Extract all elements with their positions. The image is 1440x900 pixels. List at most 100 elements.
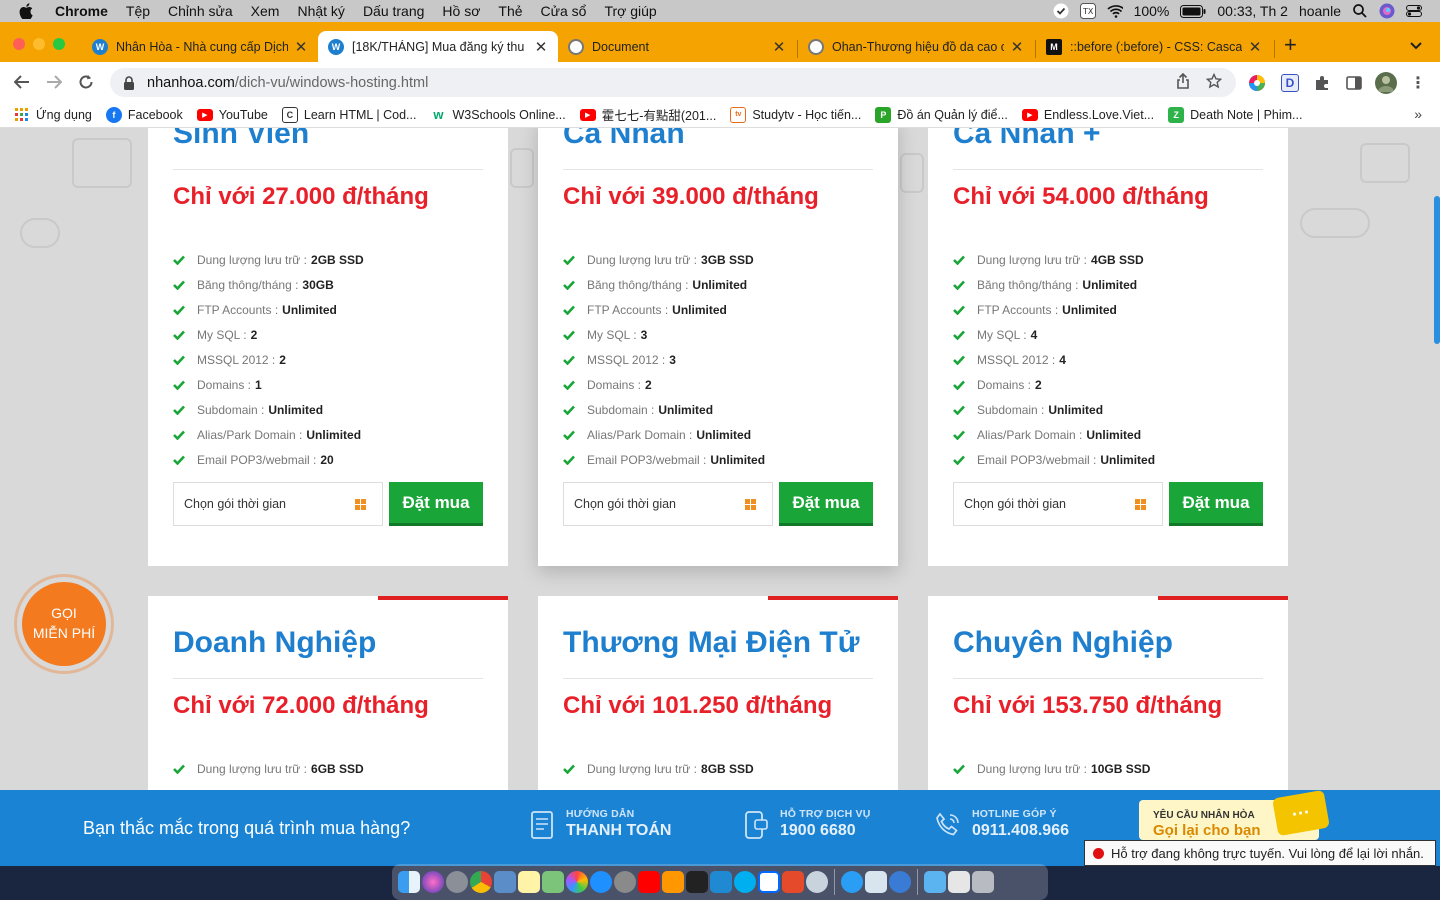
safari-icon[interactable]	[841, 871, 863, 893]
system-preferences-icon[interactable]	[614, 871, 636, 893]
profile-avatar[interactable]	[1375, 72, 1397, 94]
lock-icon[interactable]	[123, 75, 137, 90]
tab-nhanhoa-home[interactable]: W Nhân Hòa - Nhà cung cấp Dịch ✕	[82, 31, 318, 62]
office-icon[interactable]	[782, 871, 804, 893]
menu-file[interactable]: Tệp	[126, 3, 150, 19]
period-select[interactable]: Chọn gói thời gian	[173, 482, 383, 526]
menu-history[interactable]: Nhật ký	[297, 3, 344, 19]
tab-close-icon[interactable]: ✕	[294, 38, 308, 56]
terminal-icon[interactable]	[686, 871, 708, 893]
bookmark-apps[interactable]: Ứng dụng	[14, 107, 92, 123]
battery-icon[interactable]	[1180, 3, 1206, 19]
network-icon[interactable]	[889, 871, 911, 893]
zoom-window-icon[interactable]	[53, 38, 65, 50]
minimize-window-icon[interactable]	[33, 38, 45, 50]
tab-ohan[interactable]: Ohan-Thương hiệu đồ da cao c ✕	[798, 31, 1034, 62]
checkmark-status-icon[interactable]	[1053, 3, 1069, 19]
preview-icon[interactable]	[494, 871, 516, 893]
menu-help[interactable]: Trợ giúp	[604, 3, 656, 19]
user-name[interactable]: hoanle	[1299, 3, 1341, 19]
check-icon	[563, 404, 575, 416]
page-scrollbar[interactable]	[1434, 196, 1440, 344]
offline-chat-notice[interactable]: Hỗ trợ đang không trực tuyến. Vui lòng đ…	[1084, 840, 1436, 866]
period-select[interactable]: Chọn gói thời gian	[563, 482, 773, 526]
more-menu-icon[interactable]: ⋮	[1409, 74, 1427, 92]
buy-button[interactable]: Đặt mua	[1169, 482, 1263, 526]
bookmark-endless-love[interactable]: ▶ Endless.Love.Viet...	[1021, 108, 1154, 122]
finder-icon[interactable]	[398, 871, 420, 893]
tab-close-icon[interactable]: ✕	[1010, 38, 1024, 56]
back-arrow-icon[interactable]	[6, 66, 38, 98]
menu-bookmarks[interactable]: Dấu trang	[363, 3, 424, 19]
service-support-link[interactable]: HỖ TRỢ DỊCH VỤ 1900 6680	[742, 808, 871, 842]
side-panel-icon[interactable]	[1345, 74, 1363, 92]
menu-window[interactable]: Cửa sổ	[541, 3, 587, 19]
app-store-icon[interactable]	[590, 871, 612, 893]
bookmark-w3schools[interactable]: w W3Schools Online...	[430, 107, 565, 123]
tab-close-icon[interactable]: ✕	[772, 38, 786, 56]
bookmark-youtube[interactable]: ▶ YouTube	[196, 108, 268, 122]
forward-arrow-icon[interactable]	[38, 66, 70, 98]
call-free-button[interactable]: GỌI MIỄN PHÍ	[14, 574, 114, 674]
menu-edit[interactable]: Chỉnh sửa	[168, 3, 233, 19]
photos-icon[interactable]	[566, 871, 588, 893]
bookmark-learn-html[interactable]: C Learn HTML | Cod...	[281, 106, 416, 123]
folder-icon[interactable]	[924, 871, 946, 893]
close-window-icon[interactable]	[13, 38, 25, 50]
downloads-stack-icon[interactable]	[865, 871, 887, 893]
input-source-icon[interactable]: TX	[1079, 3, 1096, 19]
reload-icon[interactable]	[70, 66, 102, 98]
launchpad-icon[interactable]	[446, 871, 468, 893]
bookmark-death-note[interactable]: Z Death Note | Phim...	[1168, 106, 1302, 123]
buy-button[interactable]: Đặt mua	[779, 482, 873, 526]
puzzle-extensions-icon[interactable]	[1313, 74, 1331, 92]
address-bar[interactable]: nhanhoa.com/dich-vu/windows-hosting.html	[110, 68, 1236, 97]
tab-mdn-before[interactable]: M ::before (:before) - CSS: Casca ✕	[1036, 31, 1272, 62]
new-tab-plus-icon[interactable]: +	[1284, 34, 1297, 56]
feature-row: My SQL :3	[563, 328, 647, 342]
menu-profiles[interactable]: Hồ sơ	[442, 3, 480, 19]
tab-close-icon[interactable]: ✕	[1248, 38, 1262, 56]
apple-icon[interactable]	[18, 3, 34, 19]
payment-guide-link[interactable]: HƯỚNG DẪN THANH TOÁN	[528, 808, 671, 842]
menu-app-name[interactable]: Chrome	[55, 3, 108, 19]
bookmark-studytv[interactable]: tv Studytv - Học tiến...	[730, 106, 861, 123]
dashlane-extension-icon[interactable]: D	[1281, 74, 1299, 92]
maps-icon[interactable]	[542, 871, 564, 893]
card-accent-bar	[768, 596, 898, 600]
tab-windows-hosting[interactable]: W [18K/THÁNG] Mua đăng ký thu ✕	[318, 31, 558, 62]
bookmark-do-an[interactable]: P Đồ án Quản lý điể...	[875, 106, 1008, 123]
control-center-icon[interactable]	[1406, 3, 1422, 19]
period-select[interactable]: Chọn gói thời gian	[953, 482, 1163, 526]
share-icon[interactable]	[1176, 72, 1190, 93]
callback-request-widget[interactable]: YÊU CẦU NHÂN HÒA Gọi lại cho bạn ···	[1139, 789, 1330, 840]
menu-view[interactable]: Xem	[251, 3, 280, 19]
wifi-icon[interactable]	[1106, 3, 1123, 19]
sublime-text-icon[interactable]	[662, 871, 684, 893]
clock[interactable]: 00:33, Th 2	[1217, 3, 1288, 19]
zalo-icon[interactable]	[758, 871, 780, 893]
siri-dock-icon[interactable]	[422, 871, 444, 893]
skype-icon[interactable]	[734, 871, 756, 893]
tab-document[interactable]: Document ✕	[558, 31, 796, 62]
vscode-icon[interactable]	[710, 871, 732, 893]
tab-search-chevron-icon[interactable]	[1410, 38, 1422, 53]
buy-button[interactable]: Đặt mua	[389, 482, 483, 526]
bookmark-star-icon[interactable]	[1205, 72, 1223, 93]
disk-utility-icon[interactable]	[806, 871, 828, 893]
siri-icon[interactable]	[1379, 3, 1395, 19]
notes-icon[interactable]	[518, 871, 540, 893]
tab-close-icon[interactable]: ✕	[534, 38, 548, 56]
menu-tab[interactable]: Thẻ	[498, 3, 522, 19]
chrome-icon[interactable]	[470, 871, 492, 893]
bookmarks-overflow-icon[interactable]: »	[1414, 106, 1422, 122]
zing-icon: Z	[1168, 106, 1185, 123]
bookmark-facebook[interactable]: f Facebook	[105, 106, 183, 123]
spotlight-search-icon[interactable]	[1352, 3, 1368, 19]
bookmark-youtube-song[interactable]: ▶ 霍七七-有點甜(201...	[579, 105, 716, 124]
youtube-dock-icon[interactable]	[638, 871, 660, 893]
desktop-stack-icon[interactable]	[948, 871, 970, 893]
trash-icon[interactable]	[972, 871, 994, 893]
color-wheel-extension-icon[interactable]	[1248, 74, 1266, 92]
hotline-link[interactable]: HOTLINE GÓP Ý 0911.408.966	[934, 808, 1069, 842]
